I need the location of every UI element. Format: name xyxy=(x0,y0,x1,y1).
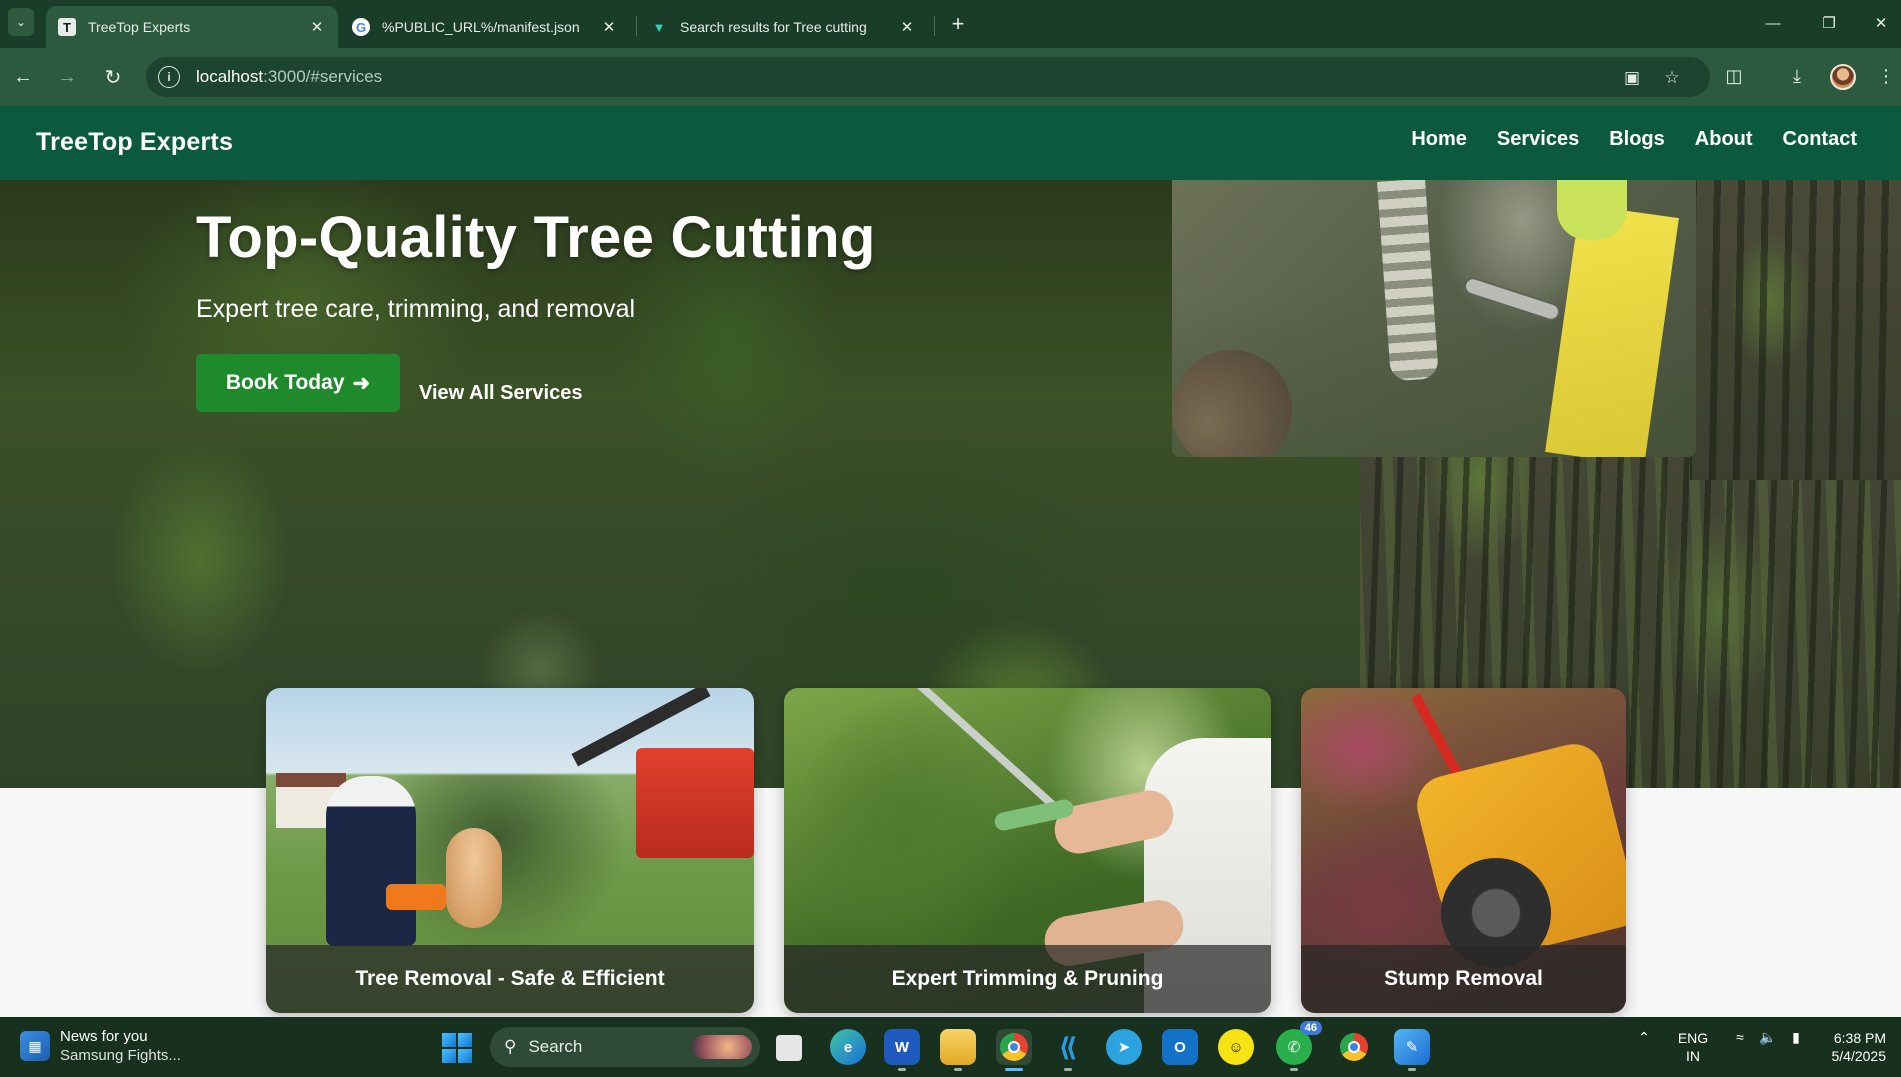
system-clock[interactable]: 6:38 PM 5/4/2025 xyxy=(1826,1029,1887,1065)
volume-icon[interactable]: 🔈 xyxy=(1756,1029,1780,1046)
more-menu-icon[interactable]: ⋮ xyxy=(1872,62,1900,90)
clock-date: 5/4/2025 xyxy=(1831,1048,1887,1064)
minimize-button[interactable]: — xyxy=(1750,6,1796,40)
back-button[interactable]: ← xyxy=(8,62,38,92)
telegram-icon[interactable]: ➤ xyxy=(1106,1029,1142,1065)
install-app-icon[interactable]: ▣ xyxy=(1620,66,1644,90)
tab-title: Search results for Tree cutting xyxy=(680,19,867,35)
nav-contact[interactable]: Contact xyxy=(1783,128,1857,151)
file-explorer-icon[interactable] xyxy=(940,1029,976,1071)
service-card-stump-removal[interactable]: Stump Removal xyxy=(1301,688,1626,1013)
profile-avatar[interactable] xyxy=(1830,64,1856,90)
brand-logo[interactable]: TreeTop Experts xyxy=(36,128,233,157)
new-tab-button[interactable]: + xyxy=(944,10,972,38)
taskbar-search-label: Search xyxy=(528,1037,583,1056)
tab-separator xyxy=(934,16,935,36)
tab-search-results[interactable]: ▼ Search results for Tree cutting ✕ xyxy=(638,6,928,48)
close-icon[interactable]: ✕ xyxy=(600,18,618,36)
nav-services[interactable]: Services xyxy=(1497,128,1579,151)
service-card-trimming[interactable]: Expert Trimming & Pruning xyxy=(784,688,1271,1013)
news-subtitle: Samsung Fights... xyxy=(60,1047,181,1064)
book-today-label: Book Today xyxy=(225,371,345,394)
search-highlight-image xyxy=(692,1035,752,1059)
tab-search-button[interactable]: ⌄ xyxy=(8,8,34,36)
hero-chainsaw-photo xyxy=(1172,180,1696,457)
task-view-icon[interactable] xyxy=(776,1035,802,1061)
tab-title: TreeTop Experts xyxy=(88,19,191,35)
tab-treetop-experts[interactable]: T TreeTop Experts ✕ xyxy=(46,6,338,48)
windows-taskbar: ▦ News for you Samsung Fights... ⚲ Searc… xyxy=(0,1017,1901,1077)
close-icon[interactable]: ✕ xyxy=(898,18,916,36)
site-info-icon[interactable]: i xyxy=(158,66,180,88)
chevron-up-icon[interactable]: ⌃ xyxy=(1632,1029,1656,1046)
notification-badge: 46 xyxy=(1299,1021,1322,1035)
windows-start-icon[interactable] xyxy=(442,1033,472,1063)
address-bar[interactable]: i localhost:3000/#services ▣ ☆ xyxy=(146,57,1710,97)
vscode-icon[interactable]: ⟪ xyxy=(1050,1029,1086,1071)
search-icon: ⚲ xyxy=(504,1037,517,1056)
tab-title: %PUBLIC_URL%/manifest.json xyxy=(382,19,580,35)
nav-links: Home Services Blogs About Contact xyxy=(1411,128,1857,151)
language-indicator[interactable]: ENG IN xyxy=(1676,1029,1710,1065)
service-card-tree-removal[interactable]: Tree Removal - Safe & Efficient xyxy=(266,688,754,1013)
news-title: News for you xyxy=(60,1028,148,1045)
hero-title: Top-Quality Tree Cutting xyxy=(196,205,876,270)
url-text[interactable]: localhost:3000/#services xyxy=(196,67,382,87)
arrow-right-icon: ➜ xyxy=(352,371,371,395)
extensions-icon[interactable]: ◫ xyxy=(1720,62,1748,90)
site-navbar: TreeTop Experts Home Services Blogs Abou… xyxy=(0,106,1901,180)
view-all-services-link[interactable]: View All Services xyxy=(419,382,582,405)
browser-tab-bar: ⌄ T TreeTop Experts ✕ G %PUBLIC_URL%/man… xyxy=(0,0,1901,48)
service-card-title: Tree Removal - Safe & Efficient xyxy=(266,945,754,1013)
nav-about[interactable]: About xyxy=(1695,128,1753,151)
forward-button[interactable]: → xyxy=(52,62,82,92)
vuetify-icon: ▼ xyxy=(652,19,666,35)
wifi-icon[interactable]: ≈ xyxy=(1728,1029,1752,1045)
service-card-title: Stump Removal xyxy=(1301,945,1626,1013)
close-window-button[interactable]: ✕ xyxy=(1862,6,1900,40)
paint-icon[interactable]: ✎ xyxy=(1394,1029,1430,1071)
tree-icon: T xyxy=(58,18,76,36)
chrome-icon[interactable] xyxy=(996,1029,1032,1071)
nav-home[interactable]: Home xyxy=(1411,128,1467,151)
whatsapp-icon[interactable]: ✆ 46 xyxy=(1276,1021,1322,1071)
close-icon[interactable]: ✕ xyxy=(308,18,326,36)
reload-button[interactable]: ↻ xyxy=(98,62,128,92)
bookmark-star-icon[interactable]: ☆ xyxy=(1660,66,1684,90)
snapchat-icon[interactable]: ☺ xyxy=(1218,1029,1254,1065)
edge-icon[interactable]: e xyxy=(830,1029,866,1065)
google-icon: G xyxy=(352,18,370,36)
browser-toolbar: ← → ↻ i localhost:3000/#services ▣ ☆ xyxy=(0,48,1901,106)
word-icon[interactable]: W xyxy=(884,1029,920,1071)
restore-button[interactable]: ❐ xyxy=(1806,6,1852,40)
tab-manifest[interactable]: G %PUBLIC_URL%/manifest.json ✕ xyxy=(340,6,630,48)
taskbar-search[interactable]: ⚲ Search xyxy=(490,1027,760,1067)
tree-bark-image xyxy=(1690,180,1901,480)
tab-separator xyxy=(636,16,637,36)
hero-subtitle: Expert tree care, trimming, and removal xyxy=(196,295,636,323)
news-widget[interactable]: ▦ News for you Samsung Fights... xyxy=(20,1027,181,1065)
service-card-title: Expert Trimming & Pruning xyxy=(784,945,1271,1013)
outlook-icon[interactable]: O xyxy=(1162,1029,1198,1065)
chrome-profile-icon[interactable] xyxy=(1336,1029,1372,1065)
news-icon: ▦ xyxy=(20,1031,50,1061)
clock-time: 6:38 PM xyxy=(1833,1030,1886,1046)
battery-icon[interactable]: ▮ xyxy=(1784,1029,1808,1046)
book-today-button[interactable]: Book Today ➜ xyxy=(196,354,400,412)
download-icon[interactable]: ⤓ xyxy=(1783,62,1811,90)
nav-blogs[interactable]: Blogs xyxy=(1609,128,1665,151)
